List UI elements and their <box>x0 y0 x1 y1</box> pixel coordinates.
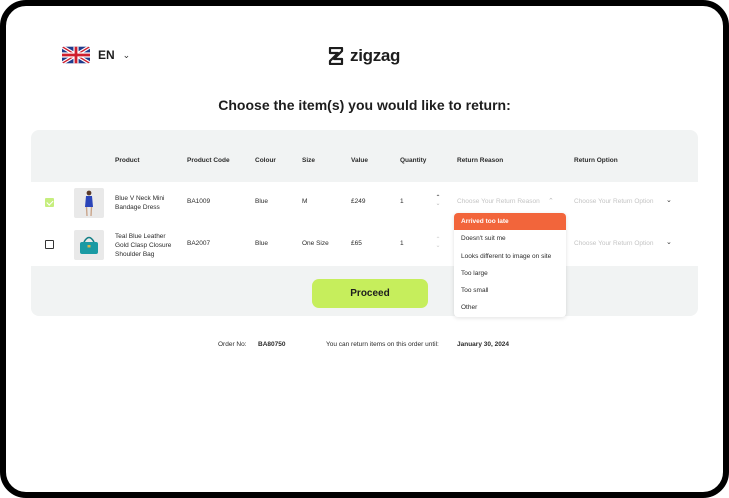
product-size: M <box>302 198 308 205</box>
chevron-up-icon: ⌃ <box>548 198 554 205</box>
product-value: £65 <box>351 240 362 247</box>
product-thumbnail <box>74 188 104 218</box>
return-items-panel: Product Product Code Colour Size Value Q… <box>31 130 698 317</box>
column-header-value: Value <box>351 157 368 164</box>
column-header-colour: Colour <box>255 157 276 164</box>
column-header-product: Product <box>115 157 140 164</box>
dress-image <box>85 190 93 217</box>
quantity-value: 1 <box>400 240 404 247</box>
return-reason-dropdown: Arrived too late Doesn't suit me Looks d… <box>454 213 566 317</box>
quantity-stepper[interactable]: ⌃ ⌄ <box>434 237 442 249</box>
return-option-select[interactable]: Choose Your Return Option <box>574 240 654 247</box>
row-select-checkbox[interactable] <box>45 240 54 249</box>
order-number-label: Order No: <box>218 341 247 348</box>
uk-flag-icon <box>62 46 90 64</box>
proceed-button[interactable]: Proceed <box>312 279 428 308</box>
product-value: £249 <box>351 198 366 205</box>
quantity-stepper[interactable]: ⌃ ⌄ <box>434 195 442 207</box>
product-code: BA2007 <box>187 240 211 247</box>
brand-logo[interactable]: zigzag <box>328 46 400 66</box>
column-header-quantity: Quantity <box>400 157 427 164</box>
dropdown-option-doesnt-suit-me[interactable]: Doesn't suit me <box>454 230 566 247</box>
dropdown-option-other[interactable]: Other <box>454 299 566 316</box>
product-code: BA1009 <box>187 198 211 205</box>
dropdown-option-looks-different[interactable]: Looks different to image on site <box>454 248 566 265</box>
page-title: Choose the item(s) you would like to ret… <box>218 97 511 113</box>
chevron-down-icon: ⌄ <box>122 49 131 60</box>
column-header-product-code: Product Code <box>187 157 230 164</box>
return-option-select[interactable]: Choose Your Return Option <box>574 198 654 205</box>
order-number: BA80750 <box>258 341 286 348</box>
return-until-label: You can return items on this order until… <box>326 341 439 348</box>
app-frame: EN ⌄ zigzag Choose the item(s) you would… <box>0 0 729 498</box>
column-header-return-reason: Return Reason <box>457 157 504 164</box>
row-select-checkbox[interactable] <box>45 198 54 207</box>
product-name: Teal Blue Leather Gold Clasp Closure Sho… <box>115 233 172 258</box>
product-size: One Size <box>302 240 329 247</box>
product-name: Blue V Neck Mini Bandage Dress <box>115 195 165 211</box>
table-body: Blue V Neck Mini Bandage Dress BA1009 Bl… <box>31 182 698 266</box>
bag-image <box>80 236 98 254</box>
dropdown-option-too-small[interactable]: Too small <box>454 282 566 299</box>
return-until-date: January 30, 2024 <box>457 341 510 348</box>
zigzag-logo-icon <box>328 47 344 65</box>
chevron-down-icon: ⌄ <box>666 239 672 246</box>
product-thumbnail <box>74 230 104 260</box>
return-reason-select[interactable]: Choose Your Return Reason <box>457 198 540 205</box>
column-header-size: Size <box>302 157 316 164</box>
product-colour: Blue <box>255 240 269 247</box>
language-selector[interactable]: EN ⌄ <box>62 46 130 64</box>
column-header-return-option: Return Option <box>574 157 618 164</box>
product-colour: Blue <box>255 198 269 205</box>
dropdown-option-arrived-too-late[interactable]: Arrived too late <box>454 213 566 231</box>
quantity-value: 1 <box>400 198 404 205</box>
chevron-down-icon: ⌄ <box>666 197 672 204</box>
brand-name: zigzag <box>350 46 401 65</box>
language-code: EN <box>98 48 115 62</box>
dropdown-option-too-large[interactable]: Too large <box>454 265 566 282</box>
